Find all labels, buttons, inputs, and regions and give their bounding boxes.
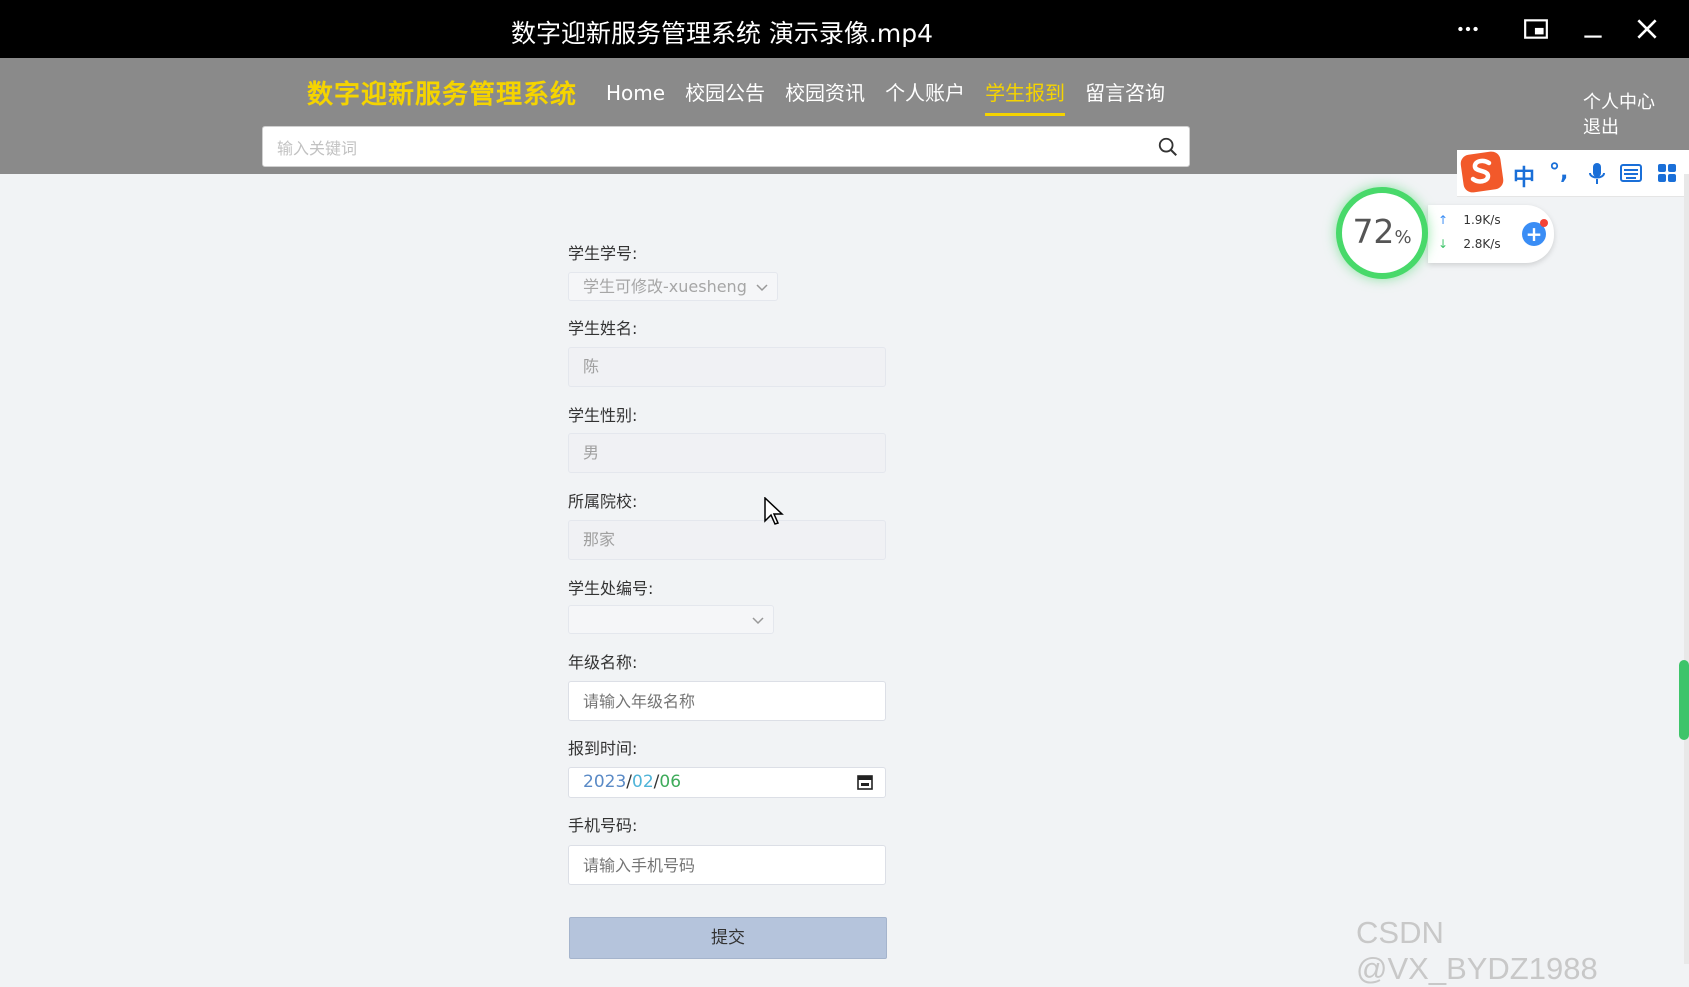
student-name-label: 学生姓名: [568,319,638,338]
chevron-down-icon [752,617,764,625]
network-speed-panel: ↑ 1.9K/s ↓ 2.8K/s + [1428,205,1554,263]
keyboard-icon[interactable] [1620,164,1642,182]
nav-home[interactable]: Home [596,76,675,128]
date-day: 06 [659,772,682,792]
upload-speed: ↑ 1.9K/s [1438,213,1501,227]
mic-icon[interactable] [1588,162,1606,186]
video-title: 数字迎新服务管理系统 演示录像.mp4 [510,19,934,48]
college-field[interactable]: 那家 [568,520,886,560]
date-year: 2023 [583,772,627,792]
minimize-icon[interactable] [1573,10,1613,48]
download-speed: ↓ 2.8K/s [1438,237,1501,251]
more-icon[interactable] [1448,10,1488,48]
student-id-label: 学生学号: [568,244,638,263]
student-gender-field[interactable]: 男 [568,433,886,473]
mouse-cursor-icon [764,497,784,525]
profile-link[interactable]: 个人中心 [1583,90,1655,115]
nav-messages[interactable]: 留言咨询 [1075,76,1175,128]
student-name-field[interactable]: 陈 [568,347,886,387]
student-gender-label: 学生性别: [568,406,638,425]
office-no-label: 学生处编号: [568,579,654,598]
site-brand[interactable]: 数字迎新服务管理系统 [307,74,577,111]
player-title-bar: 数字迎新服务管理系统 演示录像.mp4 [0,0,1689,58]
student-id-select[interactable]: 学生可修改-xuesheng [568,272,778,301]
nav-account[interactable]: 个人账户 [875,76,975,128]
report-time-label: 报到时间: [568,739,638,758]
phone-label: 手机号码: [568,816,638,835]
notification-dot [1540,219,1548,227]
college-label: 所属院校: [568,492,638,511]
nav-announcements[interactable]: 校园公告 [675,76,775,128]
report-time-input[interactable]: 2023/02/06 [568,767,886,798]
grade-name-label: 年级名称: [568,653,638,672]
date-month: 02 [632,772,654,792]
pip-icon[interactable] [1516,10,1556,48]
student-id-value: 学生可修改-xuesheng [583,277,747,296]
search-icon[interactable] [1157,136,1179,158]
main-nav: Home 校园公告 校园资讯 个人账户 学生报到 留言咨询 [596,76,1175,128]
nav-news[interactable]: 校园资讯 [775,76,875,128]
apps-icon[interactable] [1657,163,1677,183]
sogou-logo-icon[interactable] [1459,148,1505,194]
scrollbar-thumb[interactable] [1679,660,1689,740]
user-links: 个人中心 退出 [1583,90,1655,140]
watermark: CSDN @VX_BYDZ1988 [1356,915,1598,986]
phone-input[interactable] [568,845,886,885]
office-no-select[interactable] [568,605,774,634]
ime-punct-toggle[interactable]: °, [1549,160,1568,185]
search-bar [262,126,1190,167]
submit-button[interactable]: 提交 [569,917,887,959]
calendar-icon[interactable] [857,774,873,790]
site-header: 数字迎新服务管理系统 Home 校园公告 校园资讯 个人账户 学生报到 留言咨询… [0,58,1689,174]
chevron-down-icon [756,284,768,292]
close-icon[interactable] [1627,10,1667,48]
logout-link[interactable]: 退出 [1583,115,1655,140]
nav-student-report[interactable]: 学生报到 [975,76,1075,128]
grade-name-input[interactable] [568,681,886,721]
ime-toolbar: 中 °, [1457,150,1689,197]
page-scrollbar[interactable] [1684,174,1689,964]
search-input[interactable] [275,135,1139,161]
memory-usage-gauge: 72% [1336,187,1428,279]
ime-lang-toggle[interactable]: 中 [1513,160,1535,192]
